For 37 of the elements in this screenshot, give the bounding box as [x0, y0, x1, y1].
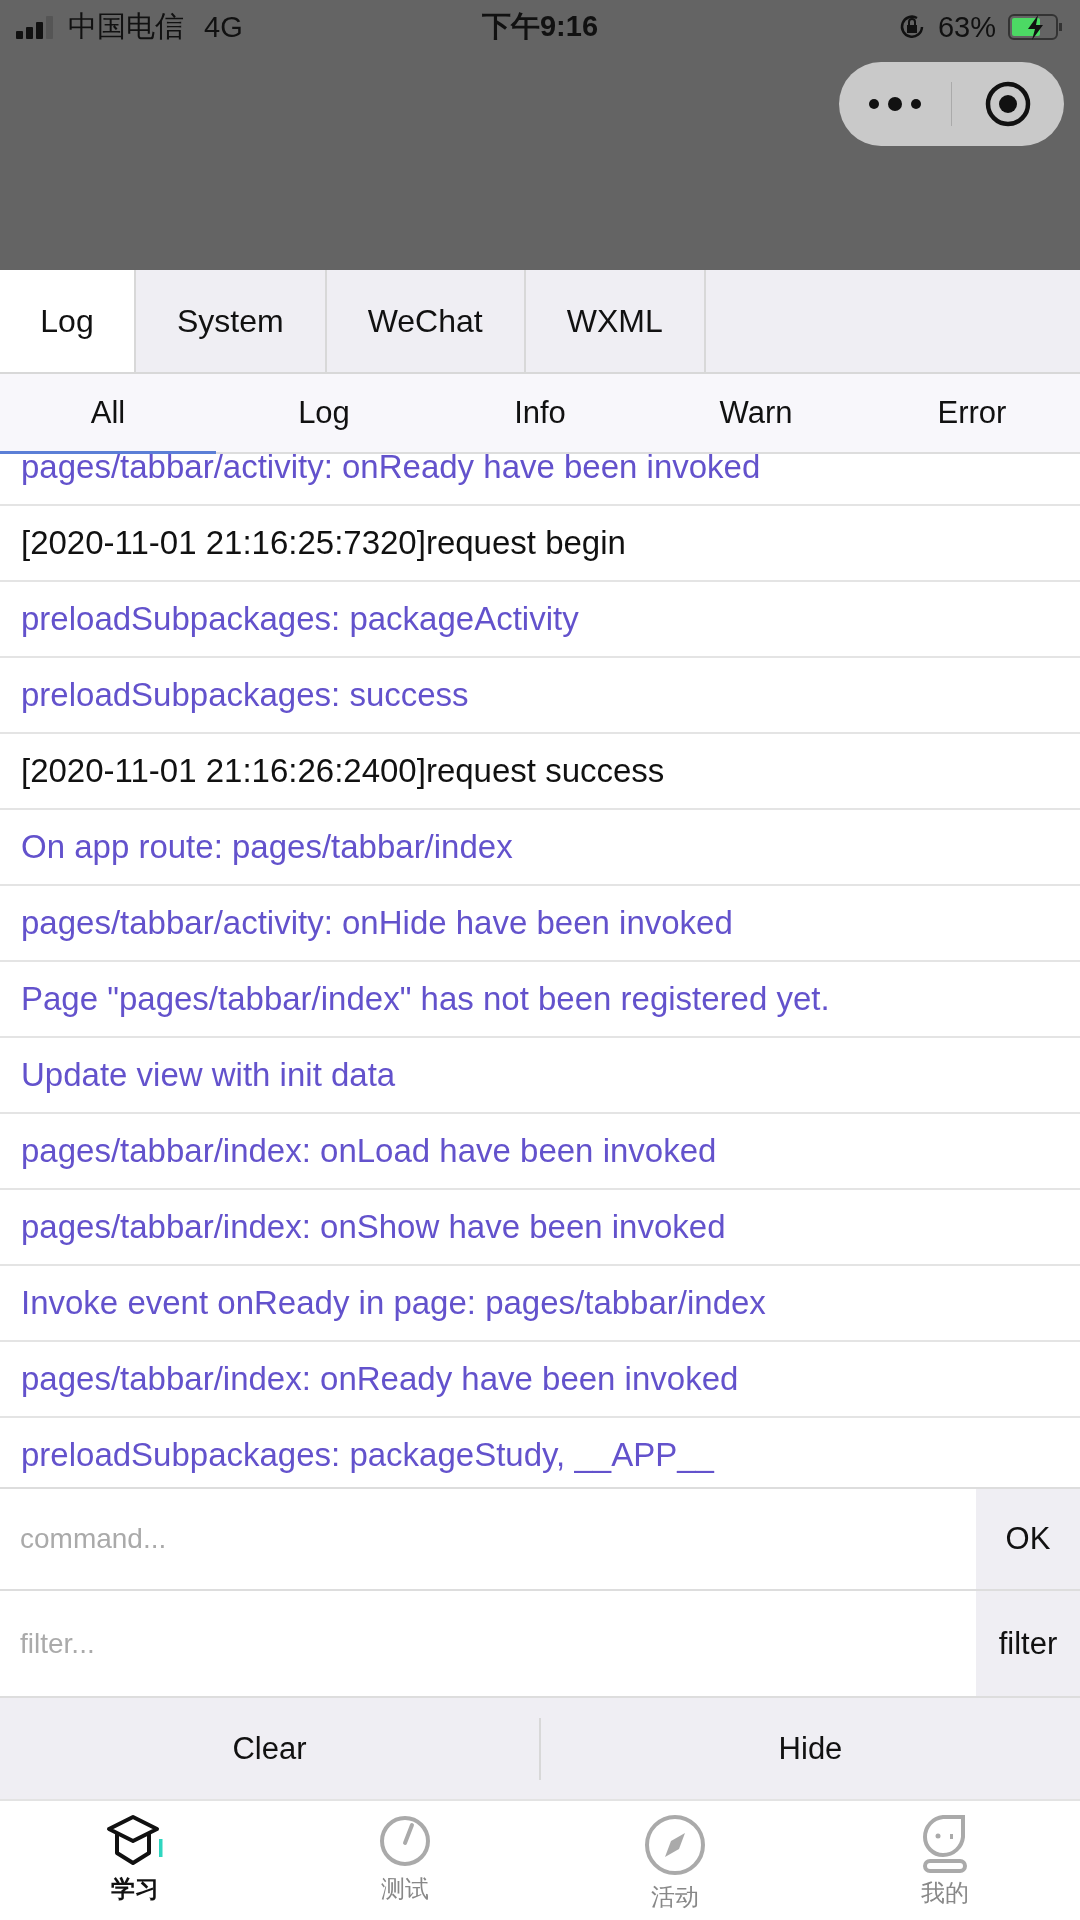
level-tab[interactable]: Info [432, 374, 648, 454]
close-target-icon[interactable] [985, 81, 1031, 127]
action-button[interactable]: Hide [541, 1698, 1080, 1799]
gauge-icon [377, 1813, 433, 1869]
action-button[interactable]: Clear [0, 1698, 539, 1799]
log-entry: pages/tabbar/index: onLoad have been invoked [0, 1114, 1080, 1190]
signal-icon [16, 15, 56, 39]
nav-tab[interactable]: 测试 [270, 1801, 540, 1920]
ok-button[interactable]: OK [976, 1489, 1080, 1589]
log-entry: pages/tabbar/index: onShow have been invoked [0, 1190, 1080, 1266]
network-type: 4G [204, 10, 243, 44]
log-entry: On app route: pages/tabbar/index [0, 810, 1080, 886]
log-entry: pages/tabbar/index: onReady have been invoked [0, 1342, 1080, 1418]
level-tab[interactable]: Warn [648, 374, 864, 454]
panel-tab[interactable]: Log [0, 270, 136, 372]
nav-tab[interactable]: 活动 [540, 1801, 810, 1920]
log-entry: Page "pages/tabbar/index" has not been registered yet. [0, 962, 1080, 1038]
filter-button[interactable]: filter [976, 1591, 1080, 1696]
battery-charging-icon [1008, 13, 1064, 41]
battery-percent: 63% [937, 10, 996, 44]
log-entry: Invoke event onReady in page: pages/tabbar/index [0, 1266, 1080, 1342]
log-entry: preloadSubpackages: packageActivity [0, 582, 1080, 658]
nav-tab[interactable]: 我的 [810, 1801, 1080, 1920]
log-entry: pages/tabbar/activity: onHide have been invoked [0, 886, 1080, 962]
log-entry: pages/tabbar/activity: onReady have been invoked [0, 454, 1080, 506]
level-tab[interactable]: Error [864, 374, 1080, 454]
more-icon[interactable] [868, 96, 922, 112]
log-entry: [2020-11-01 21:16:26:2400]request success [0, 734, 1080, 810]
nav-tab[interactable]: 学习 [0, 1801, 270, 1920]
log-entry: preloadSubpackages: success [0, 658, 1080, 734]
log-entry: [2020-11-01 21:16:25:7320]request begin [0, 506, 1080, 582]
level-tab[interactable]: Log [216, 374, 432, 454]
level-tab[interactable]: All [0, 374, 216, 454]
compass-icon [643, 1813, 707, 1877]
log-entry: Update view with init data [0, 1038, 1080, 1114]
clock-time: 下午9:16 [482, 9, 599, 44]
carrier-name: 中国电信 [68, 9, 184, 44]
